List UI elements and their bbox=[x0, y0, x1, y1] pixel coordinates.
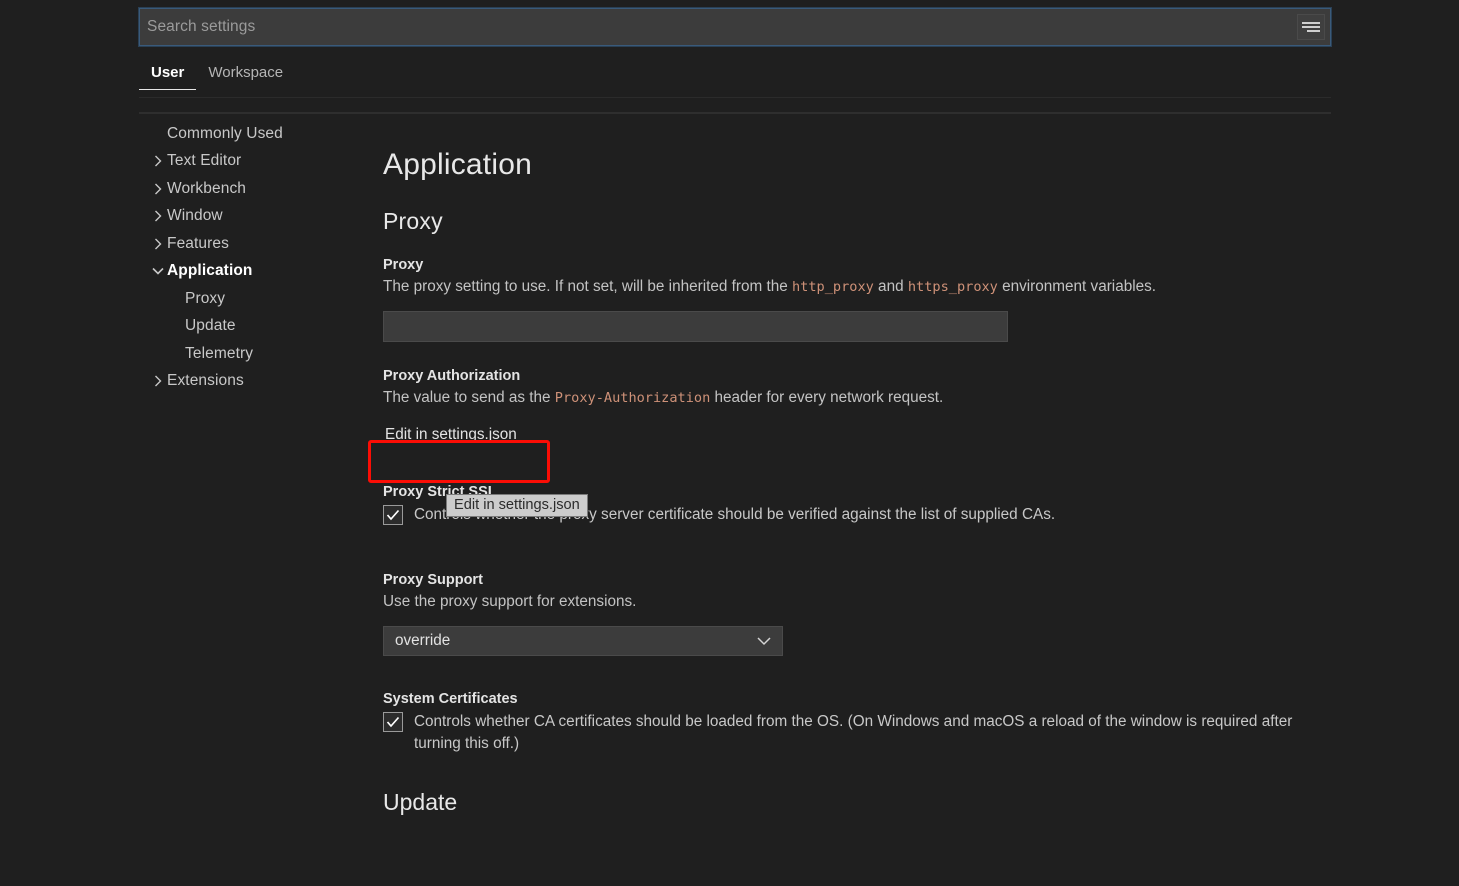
filter-line-1 bbox=[1302, 22, 1320, 24]
search-input[interactable]: Search settings bbox=[140, 18, 1297, 36]
sidebar-item-telemetry[interactable]: Telemetry bbox=[139, 340, 374, 368]
code-http-proxy: http_proxy bbox=[791, 279, 874, 295]
setting-description: The proxy setting to use. If not set, wi… bbox=[383, 277, 1343, 298]
setting-proxy-support: Proxy Support Use the proxy support for … bbox=[383, 572, 1343, 657]
setting-label: Proxy Support bbox=[383, 572, 483, 589]
sidebar-item-label: Text Editor bbox=[167, 152, 242, 170]
desc-text-1: The value to send as the bbox=[383, 388, 555, 406]
sidebar-item-label: Window bbox=[167, 207, 223, 225]
edit-in-settings-json-link[interactable]: Edit in settings.json bbox=[383, 424, 519, 446]
sidebar-item-application[interactable]: Application bbox=[139, 258, 374, 286]
tabs-divider bbox=[139, 112, 1331, 114]
settings-tabs: User Workspace bbox=[139, 62, 1331, 98]
chevron-right-icon bbox=[149, 237, 167, 251]
chevron-down-icon bbox=[149, 266, 167, 276]
setting-description: Use the proxy support for extensions. bbox=[383, 593, 637, 611]
filter-line-2 bbox=[1302, 26, 1320, 28]
search-box[interactable]: Search settings bbox=[138, 7, 1332, 47]
chevron-right-icon bbox=[149, 374, 167, 388]
tab-user-label: User bbox=[151, 64, 185, 81]
chevron-down-icon bbox=[756, 636, 772, 646]
desc-text-2: header for every network request. bbox=[710, 388, 944, 406]
filter-line-3 bbox=[1307, 30, 1320, 32]
sidebar-item-label: Workbench bbox=[167, 179, 247, 197]
setting-label: System Certificates bbox=[383, 691, 518, 708]
sidebar-item-label: Update bbox=[185, 317, 236, 335]
sidebar-item-extensions[interactable]: Extensions bbox=[139, 368, 374, 396]
checkbox-proxy-strict-ssl[interactable] bbox=[383, 505, 403, 526]
tab-workspace[interactable]: Workspace bbox=[196, 62, 295, 90]
sidebar-item-proxy[interactable]: Proxy bbox=[139, 285, 374, 313]
proxy-support-select[interactable]: override bbox=[383, 626, 783, 657]
tab-user[interactable]: User bbox=[139, 62, 197, 90]
sidebar-item-label: Proxy bbox=[185, 289, 226, 307]
proxy-input[interactable] bbox=[383, 310, 1008, 342]
setting-system-certificates: System Certificates Controls whether CA … bbox=[383, 691, 1343, 755]
group-title-update: Update bbox=[383, 789, 458, 816]
checkbox-row: Controls whether CA certificates should … bbox=[383, 711, 1343, 755]
setting-proxy-authorization: Proxy Authorization The value to send as… bbox=[383, 368, 1343, 449]
setting-description: The value to send as the Proxy-Authoriza… bbox=[383, 388, 1343, 409]
setting-label: Proxy Authorization bbox=[383, 367, 521, 384]
sidebar-item-update[interactable]: Update bbox=[139, 313, 374, 341]
filter-icon[interactable] bbox=[1297, 14, 1325, 40]
proxy-support-selected-value: override bbox=[395, 632, 451, 650]
sidebar-item-label: Application bbox=[167, 262, 253, 280]
desc-text-2: and bbox=[873, 278, 908, 295]
desc-text-1: The proxy setting to use. If not set, wi… bbox=[383, 278, 792, 295]
check-icon bbox=[386, 510, 400, 521]
sidebar-item-label: Commonly Used bbox=[167, 124, 283, 142]
search-row: Search settings bbox=[138, 7, 1332, 47]
group-title-proxy: Proxy bbox=[383, 208, 443, 234]
check-icon bbox=[386, 717, 400, 728]
sidebar-item-label: Extensions bbox=[167, 372, 244, 390]
settings-editor: Search settings User Workspace Commonly … bbox=[0, 0, 1459, 886]
chevron-right-icon bbox=[149, 182, 167, 196]
sidebar-item-label: Telemetry bbox=[185, 344, 254, 362]
sidebar-item-window[interactable]: Window bbox=[139, 203, 374, 231]
tooltip-edit-in-settings-json: Edit in settings.json bbox=[446, 494, 588, 517]
code-https-proxy: https_proxy bbox=[907, 279, 998, 295]
sidebar-item-commonly-used[interactable]: Commonly Used bbox=[139, 120, 374, 148]
desc-text-3: environment variables. bbox=[997, 278, 1157, 295]
sidebar-item-label: Features bbox=[167, 234, 229, 252]
sidebar-item-workbench[interactable]: Workbench bbox=[139, 175, 374, 203]
checkbox-system-certificates[interactable] bbox=[383, 712, 403, 733]
chevron-right-icon bbox=[149, 154, 167, 168]
edit-in-settings-json-row: Edit in settings.json bbox=[383, 424, 1343, 448]
sidebar-item-features[interactable]: Features bbox=[139, 230, 374, 258]
sidebar-item-text-editor[interactable]: Text Editor bbox=[139, 148, 374, 176]
page-title: Application bbox=[383, 148, 532, 181]
setting-proxy: Proxy The proxy setting to use. If not s… bbox=[383, 257, 1343, 342]
chevron-right-icon bbox=[149, 209, 167, 223]
setting-description: Controls whether CA certificates should … bbox=[414, 713, 1293, 753]
tab-workspace-label: Workspace bbox=[208, 64, 284, 81]
code-proxy-authorization: Proxy-Authorization bbox=[554, 389, 711, 406]
setting-label: Proxy bbox=[383, 257, 424, 273]
settings-tree: Commonly Used Text Editor Workbench Wind… bbox=[139, 120, 374, 420]
